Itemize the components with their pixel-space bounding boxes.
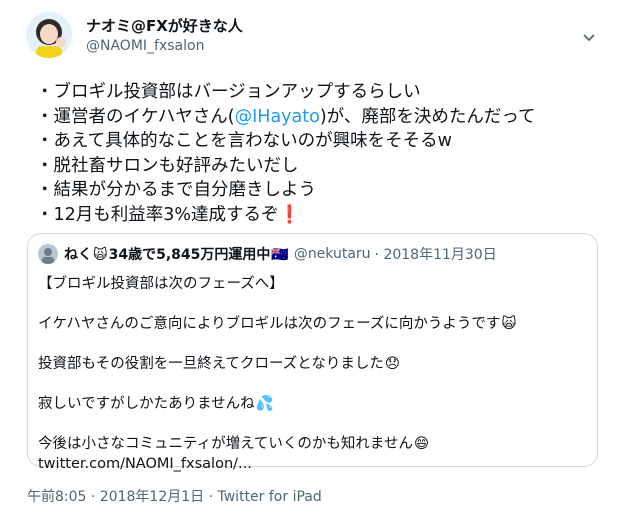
quoted-tweet-body: 【ブロギル投資部は次のフェーズへ】 イケハヤさんのご意向によりブロギルは次のフェ… — [38, 274, 578, 474]
quoted-text: 寂しいですがしかたありませんね — [38, 396, 255, 412]
tweet-line: ・脱社畜サロンも好評みたいだし — [36, 155, 299, 176]
quoted-text: イケハヤさんのご意向によりブロギルは次のフェーズに向かうようです — [38, 316, 501, 332]
tweet-line: ・結果が分かるまで自分磨きしよう — [36, 180, 316, 200]
australia-flag-icon: 🇦🇺 — [271, 247, 289, 263]
author-handle[interactable]: @NAOMI_fxsalon — [86, 38, 204, 54]
tweet-line: ・あえて具体的なことを言わないのが興味をそそるw — [36, 131, 452, 151]
quoted-paragraph: 投資部もその役割を一旦終えてクローズとなりました😞 — [38, 354, 578, 374]
tweet-source[interactable]: Twitter for iPad — [218, 489, 322, 505]
quoted-tweet-card[interactable]: ねく🙀34歳で5,845万円運用中🇦🇺 @nekutaru · 2018年11月… — [27, 233, 598, 472]
quoted-author-name: ねく🙀34歳で5,845万円運用中🇦🇺 — [64, 244, 290, 264]
quoted-paragraph: イケハヤさんのご意向によりブロギルは次のフェーズに向かうようです🙀 — [38, 314, 578, 334]
sweat-droplets-icon: 💦 — [255, 396, 274, 412]
tweet-line-text: ・運営者のイケハヤさん( — [36, 106, 235, 127]
cat-face-icon: 🙀 — [501, 316, 517, 332]
tweet-line: ・12月も利益率3%達成するぞ❗ — [36, 203, 616, 228]
quoted-title: 【ブロギル投資部は次のフェーズへ】 — [38, 276, 284, 292]
grinning-face-icon: 😄 — [413, 436, 430, 452]
tweet-timestamp[interactable]: 午前8:05 · 2018年12月1日 · — [27, 489, 218, 505]
quoted-tweet-date: · 2018年11月30日 — [374, 247, 497, 263]
tweet-text: ・ブロギル投資部はバージョンアップするらしい ・運営者のイケハヤさん(@IHay… — [36, 80, 616, 227]
quoted-paragraph: 今後は小さなコミュニティが増えていくのかも知れません😄 — [38, 434, 578, 454]
quoted-link[interactable]: twitter.com/NAOMI_fxsalon/... — [38, 454, 578, 474]
disappointed-face-icon: 😞 — [384, 356, 400, 372]
quoted-author-avatar — [38, 244, 58, 264]
mention-link[interactable]: @IHayato — [235, 107, 320, 127]
quoted-name-text: ねく — [64, 247, 92, 263]
tweet-line: ・ブロギル投資部はバージョンアップするらしい — [36, 82, 421, 102]
quoted-paragraph: 寂しいですがしかたありませんね💦 — [38, 394, 578, 414]
chevron-down-icon[interactable] — [580, 28, 598, 46]
author-display-name[interactable]: ナオミ@FXが好きな人 — [86, 15, 243, 36]
cat-face-icon: 🙀 — [93, 247, 108, 263]
quoted-text: 投資部もその役割を一旦終えてクローズとなりました — [38, 356, 384, 372]
tweet-line: ・運営者のイケハヤさん(@IHayato)が、廃部を決めたんだって — [36, 105, 616, 130]
tweet-line-text: )が、廃部を決めたんだって — [319, 106, 536, 127]
author-avatar[interactable] — [26, 12, 72, 58]
tweet-line-text: ・12月も利益率3%達成するぞ — [36, 204, 279, 225]
quoted-name-text: 34歳で5,845万円運用中 — [108, 247, 271, 263]
quoted-author-handle: @nekutaru — [293, 246, 371, 262]
quoted-tweet-header: ねく🙀34歳で5,845万円運用中🇦🇺 @nekutaru · 2018年11月… — [38, 244, 497, 264]
quoted-text: 今後は小さなコミュニティが増えていくのかも知れません — [38, 436, 413, 452]
exclamation-icon: ❗ — [278, 204, 301, 225]
tweet-metadata: 午前8:05 · 2018年12月1日 · Twitter for iPad — [27, 486, 322, 506]
